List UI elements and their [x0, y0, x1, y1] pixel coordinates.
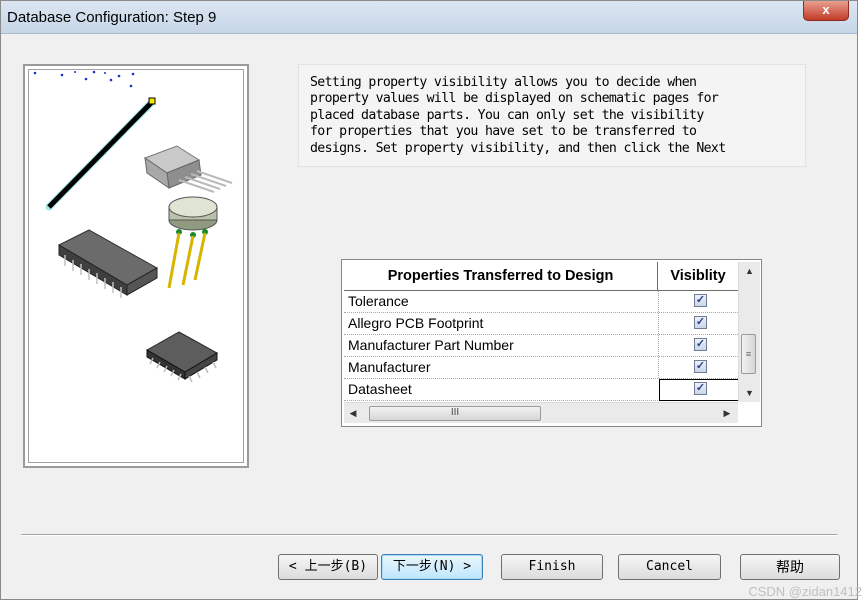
- wizard-illustration-panel: [23, 64, 249, 468]
- property-name-cell: Datasheet: [348, 381, 412, 397]
- cancel-button[interactable]: Cancel: [618, 554, 721, 580]
- wizard-illustration-frame: [28, 69, 244, 463]
- help-button[interactable]: 帮助: [740, 554, 840, 580]
- next-button[interactable]: 下一步(N) >: [381, 554, 483, 580]
- property-name-cell: Manufacturer: [348, 359, 431, 375]
- back-button[interactable]: < 上一步(B): [278, 554, 378, 580]
- horizontal-scrollbar[interactable]: ◀ III ▶: [344, 402, 738, 423]
- component-illustration: [33, 70, 233, 383]
- step-description: Setting property visibility allows you t…: [298, 64, 806, 167]
- sparkle-dots-icon: [33, 70, 135, 88]
- close-button[interactable]: x: [803, 1, 849, 21]
- scroll-down-arrow-icon[interactable]: ▼: [739, 384, 760, 402]
- property-name-cell: Tolerance: [348, 293, 409, 309]
- button-area-divider: [21, 534, 837, 536]
- table-row[interactable]: Manufacturer ✓: [344, 357, 738, 379]
- dip-ic-component-icon: [57, 229, 159, 298]
- scroll-up-arrow-icon[interactable]: ▲: [739, 262, 760, 280]
- soic-ic-component-icon: [145, 331, 219, 383]
- scroll-right-arrow-icon[interactable]: ▶: [718, 403, 736, 423]
- metal-can-component-icon: [167, 196, 218, 289]
- scroll-left-arrow-icon[interactable]: ◀: [344, 403, 362, 423]
- table-row[interactable]: Tolerance ✓: [344, 291, 738, 313]
- visibility-checkbox[interactable]: ✓: [694, 316, 707, 329]
- property-visibility-grid[interactable]: Properties Transferred to Design Visibli…: [341, 259, 762, 427]
- property-name-cell: Allegro PCB Footprint: [348, 315, 484, 331]
- visibility-checkbox[interactable]: ✓: [694, 360, 707, 373]
- table-row[interactable]: Manufacturer Part Number ✓: [344, 335, 738, 357]
- title-bar: Database Configuration: Step 9 x: [1, 1, 857, 34]
- to220-component-icon: [143, 145, 233, 193]
- dialog-window: Database Configuration: Step 9 x Setting…: [0, 0, 858, 600]
- finish-button[interactable]: Finish: [501, 554, 603, 580]
- visibility-checkbox[interactable]: ✓: [694, 382, 707, 395]
- table-row[interactable]: Allegro PCB Footprint ✓: [344, 313, 738, 335]
- column-header-visibility[interactable]: Visiblity: [658, 262, 738, 291]
- column-header-property[interactable]: Properties Transferred to Design: [344, 262, 658, 291]
- magic-wand-icon: [45, 97, 156, 211]
- visibility-checkbox[interactable]: ✓: [694, 338, 707, 351]
- property-name-cell: Manufacturer Part Number: [348, 337, 514, 353]
- horizontal-scroll-thumb[interactable]: III: [369, 406, 541, 421]
- visibility-checkbox[interactable]: ✓: [694, 294, 707, 307]
- watermark: CSDN @zidan1412: [748, 584, 862, 599]
- vertical-scrollbar[interactable]: ▲ ≡ ▼: [738, 262, 760, 402]
- window-title: Database Configuration: Step 9: [7, 9, 217, 26]
- table-row[interactable]: Datasheet ✓: [344, 379, 739, 401]
- vertical-scroll-thumb[interactable]: ≡: [741, 334, 756, 374]
